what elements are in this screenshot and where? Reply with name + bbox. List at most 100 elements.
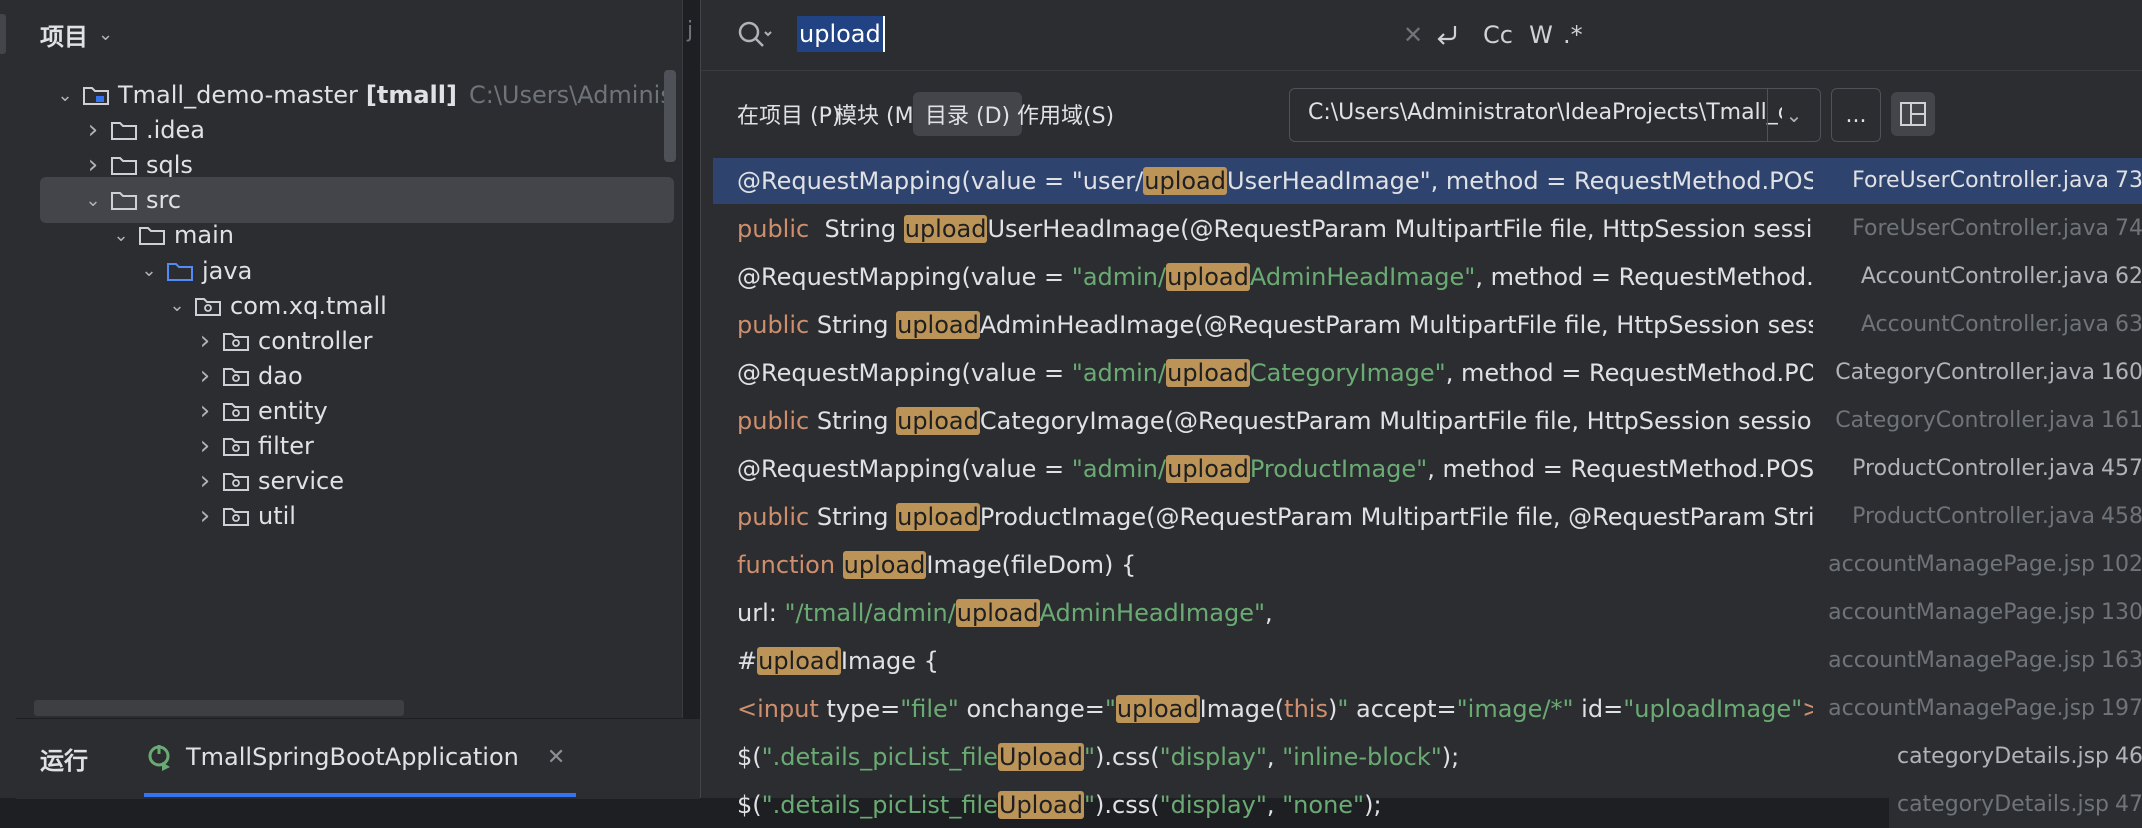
- result-row[interactable]: @RequestMapping(value = "admin/uploadAdm…: [713, 254, 2142, 300]
- newline-icon[interactable]: [1431, 16, 1465, 54]
- code-token: type=: [826, 695, 901, 723]
- code-token: ProductImage": [1249, 455, 1428, 483]
- chevron-down-icon[interactable]: ⌄: [98, 24, 113, 45]
- chevron-right-icon[interactable]: ›: [190, 396, 220, 426]
- result-row[interactable]: public String uploadUserHeadImage(@Reque…: [713, 206, 2142, 252]
- result-row[interactable]: <input type="file" onchange="uploadImage…: [713, 686, 2142, 732]
- chevron-right-icon[interactable]: ›: [190, 361, 220, 391]
- tree-vertical-scrollbar[interactable]: [664, 70, 676, 162]
- match-highlight: Upload: [997, 791, 1084, 819]
- tree-horizontal-scrollbar[interactable]: [34, 700, 404, 716]
- tree-item-label: com.xq.tmall: [230, 291, 387, 320]
- code-token: UserHeadImage", method = RequestMethod.P…: [1227, 167, 1813, 195]
- code-token: String: [809, 311, 897, 339]
- close-icon[interactable]: ✕: [547, 745, 565, 770]
- code-token: UserHeadImage(@RequestParam MultipartFil…: [987, 215, 1813, 243]
- match-highlight: upload: [1166, 359, 1250, 387]
- chevron-right-icon[interactable]: ›: [190, 501, 220, 531]
- result-row[interactable]: public String uploadCategoryImage(@Reque…: [713, 398, 2142, 444]
- code-token: #: [737, 647, 758, 675]
- chevron-down-icon[interactable]: ⌄: [106, 225, 136, 246]
- match-highlight: upload: [896, 503, 980, 531]
- code-token: ".details_picList_file: [761, 743, 998, 771]
- code-token: ": [1083, 791, 1096, 819]
- whole-words-toggle[interactable]: W: [1521, 16, 1561, 54]
- run-config-tab[interactable]: TmallSpringBootApplication ✕: [144, 735, 565, 779]
- project-header[interactable]: 项目 ⌄: [40, 14, 113, 54]
- editor-tab-fragment[interactable]: j: [687, 18, 693, 43]
- chevron-down-icon[interactable]: ⌄: [50, 85, 80, 106]
- code-token: AdminHeadImage": [1039, 599, 1265, 627]
- match-case-toggle[interactable]: Cc: [1475, 16, 1521, 54]
- result-row[interactable]: @RequestMapping(value = "user/uploadUser…: [713, 158, 2142, 204]
- code-token: this: [1284, 695, 1328, 723]
- code-token: , method = RequestMethod.POST,: [1445, 359, 1813, 387]
- module-folder-icon: [82, 84, 110, 106]
- code-token: Image(fileDom) {: [926, 551, 1137, 579]
- code-token: "file": [900, 695, 959, 723]
- search-icon[interactable]: [735, 18, 775, 52]
- result-row[interactable]: function uploadImage(fileDom) {accountMa…: [713, 542, 2142, 588]
- chevron-down-icon[interactable]: ⌄: [78, 190, 108, 211]
- code-token: public: [737, 215, 810, 243]
- source-folder-icon: [166, 260, 194, 282]
- result-row[interactable]: public String uploadProductImage(@Reques…: [713, 494, 2142, 540]
- result-row[interactable]: @RequestMapping(value = "admin/uploadPro…: [713, 446, 2142, 492]
- directory-field[interactable]: C:\Users\Administrator\IdeaProjects\Tmal…: [1289, 88, 1821, 142]
- chevron-right-icon[interactable]: ›: [190, 431, 220, 461]
- chevron-down-icon[interactable]: ⌄: [162, 295, 192, 316]
- project-tool-marker[interactable]: [0, 14, 6, 54]
- folder-icon: [110, 119, 138, 141]
- tree-row-util[interactable]: › util: [40, 493, 674, 539]
- code-token: "none": [1282, 791, 1365, 819]
- chevron-right-icon[interactable]: ›: [190, 326, 220, 356]
- code-token: accept=: [1348, 695, 1457, 723]
- module-name: [tmall]: [365, 81, 457, 109]
- result-row[interactable]: $(".details_picList_fileUpload").css("di…: [713, 782, 2142, 828]
- code-token: CategoryImage(@RequestParam MultipartFil…: [979, 407, 1813, 435]
- match-highlight: upload: [1115, 695, 1200, 723]
- regex-toggle[interactable]: .*: [1563, 16, 1593, 54]
- match-highlight: upload: [903, 215, 988, 243]
- code-token: "uploadImage": [1623, 695, 1803, 723]
- result-row[interactable]: $(".details_picList_fileUpload").css("di…: [713, 734, 2142, 780]
- result-code: #uploadImage {: [737, 638, 1813, 684]
- chevron-right-icon[interactable]: ›: [78, 150, 108, 180]
- search-row: upload ✕ Cc W .*: [701, 0, 2142, 71]
- result-row[interactable]: @RequestMapping(value = "admin/uploadCat…: [713, 350, 2142, 396]
- result-row[interactable]: url: "/tmall/admin/uploadAdminHeadImage"…: [713, 590, 2142, 636]
- project-title: 项目: [40, 22, 88, 51]
- result-line-number: 197: [2101, 696, 2142, 721]
- code-token: "admin/: [1071, 263, 1167, 291]
- clear-search-icon[interactable]: ✕: [1401, 16, 1425, 54]
- run-tool-bar: 运行 TmallSpringBootApplication ✕: [16, 718, 700, 799]
- code-token: "display": [1159, 743, 1267, 771]
- code-token: );: [1364, 791, 1382, 819]
- chevron-down-icon[interactable]: ⌄: [134, 260, 164, 281]
- package-icon: [222, 330, 250, 352]
- package-icon: [194, 295, 222, 317]
- result-file-name: accountManagePage.jsp: [1828, 648, 2095, 673]
- match-highlight: upload: [757, 647, 841, 675]
- result-file-name: accountManagePage.jsp: [1828, 696, 2095, 721]
- code-token: "inline-block": [1282, 743, 1442, 771]
- result-row[interactable]: public String uploadAdminHeadImage(@Requ…: [713, 302, 2142, 348]
- result-file: accountManagePage.jsp 163: [1820, 638, 2142, 684]
- result-code: url: "/tmall/admin/uploadAdminHeadImage"…: [737, 590, 1813, 636]
- preview-layout-icon[interactable]: [1891, 92, 1935, 136]
- chevron-down-icon[interactable]: ⌄: [1767, 89, 1820, 141]
- tree-item-label: service: [258, 467, 344, 496]
- result-row[interactable]: #uploadImage {accountManagePage.jsp 163: [713, 638, 2142, 684]
- code-token: Image {: [840, 647, 939, 675]
- chevron-right-icon[interactable]: ›: [78, 115, 108, 145]
- code-token: );: [1441, 743, 1460, 771]
- search-input[interactable]: upload: [797, 16, 885, 52]
- scope-tab-scope[interactable]: 作用域(S): [1005, 92, 1126, 136]
- run-tab-underline: [144, 793, 576, 797]
- scope-row: 在项目 (P) 模块 (M) 目录 (D) 作用域(S) C:\Users\Ad…: [701, 84, 2142, 144]
- browse-directory-button[interactable]: ...: [1831, 88, 1881, 142]
- find-in-files-popup: upload ✕ Cc W .* 在项目 (P) 模块 (M) 目录 (D) 作…: [700, 0, 2142, 828]
- code-token: <input: [737, 695, 827, 723]
- code-token: ,: [1266, 791, 1283, 819]
- chevron-right-icon[interactable]: ›: [190, 466, 220, 496]
